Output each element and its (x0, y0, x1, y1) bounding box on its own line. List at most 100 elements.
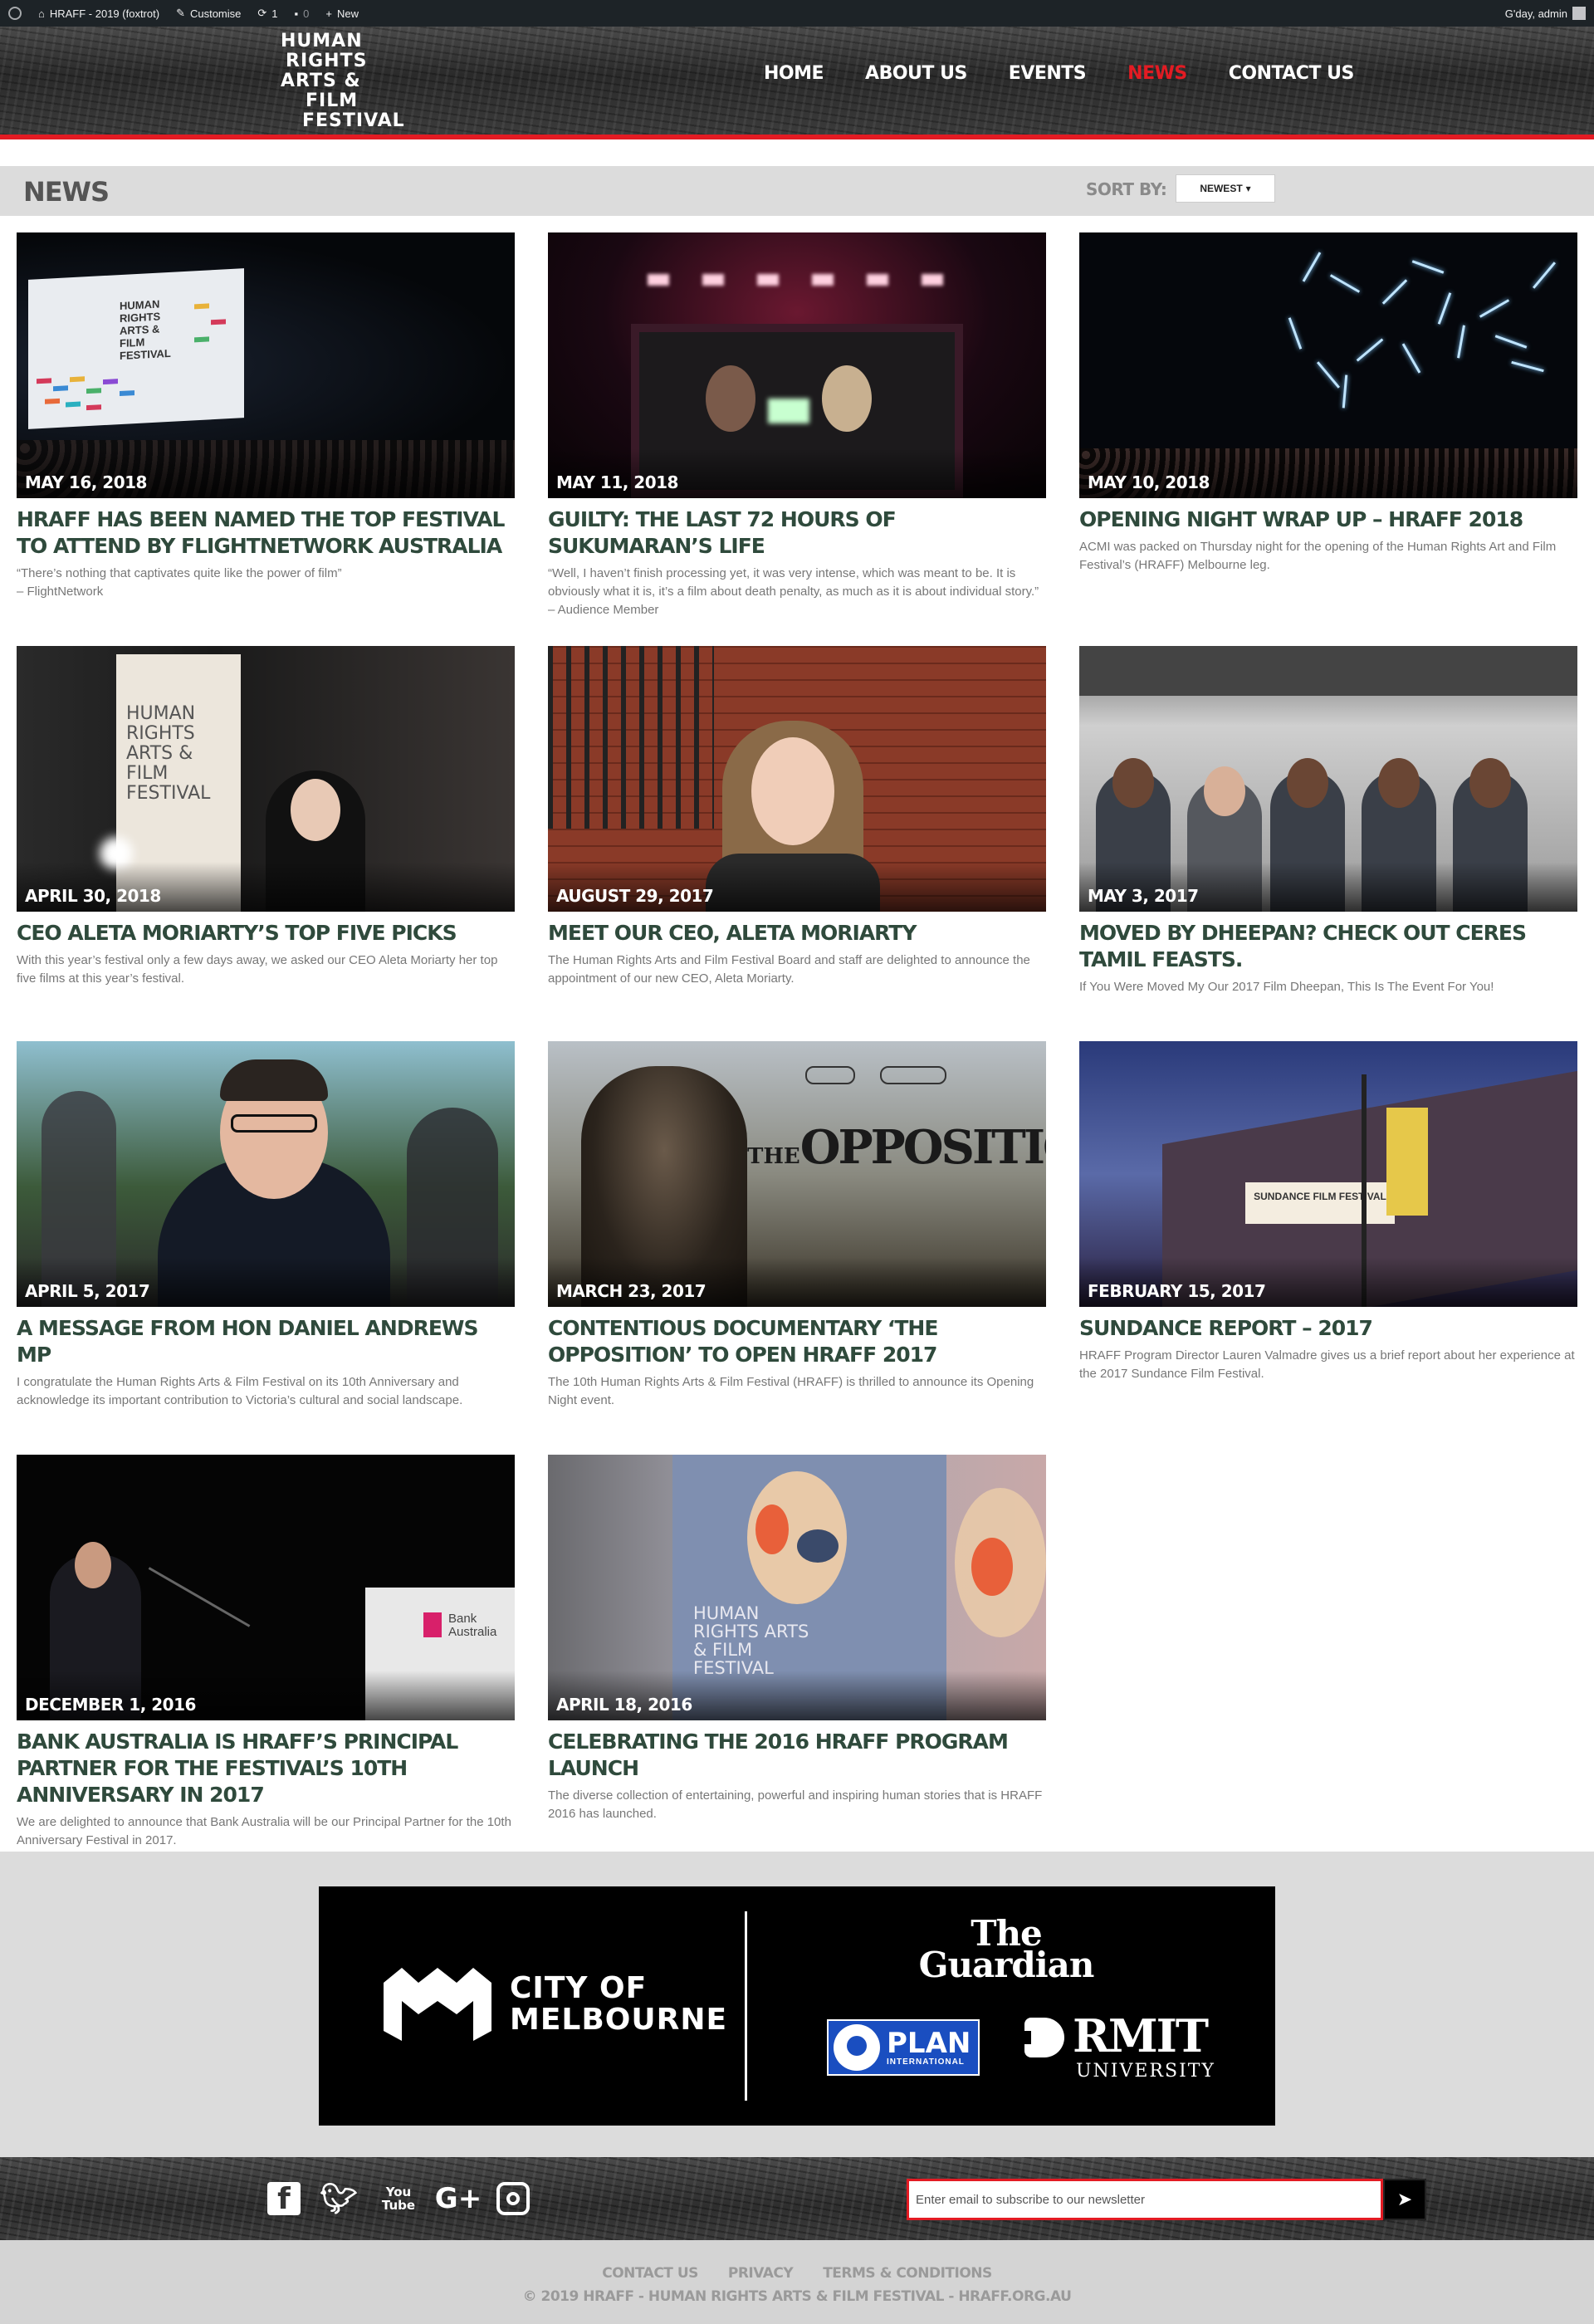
news-card[interactable]: MAY 11, 2018 GUILTY: THE LAST 72 HOURS O… (548, 232, 1046, 619)
logo-line: RIGHTS (286, 51, 368, 71)
copyright-text: © 2019 HRAFF - HUMAN RIGHTS ARTS & FILM … (522, 2288, 1072, 2305)
news-card[interactable]: APRIL 5, 2017 A MESSAGE FROM HON DANIEL … (17, 1041, 515, 1410)
post-title[interactable]: CELEBRATING THE 2016 HRAFF PROGRAM LAUNC… (548, 1729, 1046, 1782)
post-date: MAY 10, 2018 (1088, 472, 1210, 492)
twitter-icon[interactable]: 🐦︎ (317, 2177, 360, 2220)
sponsor-text-line: Guardian (918, 1945, 1095, 1985)
post-excerpt: The Human Rights Arts and Film Festival … (548, 953, 1030, 986)
news-thumbnail[interactable]: MAY 3, 2017 (1079, 646, 1577, 912)
the-guardian-logo[interactable]: The Guardian (915, 1916, 1098, 1985)
instagram-icon[interactable] (496, 2182, 530, 2215)
comments-link[interactable]: ▪ 0 (286, 0, 318, 27)
post-title[interactable]: BANK AUSTRALIA IS HRAFF’S PRINCIPAL PART… (17, 1729, 515, 1808)
newsletter-email-input[interactable] (907, 2179, 1383, 2220)
plan-icon (834, 2024, 880, 2071)
footer-link-contact-us[interactable]: CONTACT US (602, 2265, 698, 2282)
sponsor-text-line: MELBOURNE (510, 2003, 728, 2037)
news-card[interactable]: HUMAN RIGHTS ARTS & FILM FESTIVAL APRIL … (17, 646, 515, 988)
news-thumbnail[interactable]: Bank Australia DECEMBER 1, 2016 (17, 1455, 515, 1720)
banner-text: HUMAN RIGHTS ARTS & FILM FESTIVAL (126, 703, 211, 804)
site-logo[interactable]: HUMAN RIGHTS ARTS & FILM FESTIVAL (281, 32, 405, 131)
news-card[interactable]: MAY 10, 2018 OPENING NIGHT WRAP UP – HRA… (1079, 232, 1577, 575)
post-title[interactable]: CEO ALETA MORIARTY’S TOP FIVE PICKS (17, 920, 515, 947)
news-card[interactable]: MAY 3, 2017 MOVED BY DHEEPAN? CHECK OUT … (1079, 646, 1577, 996)
news-thumbnail[interactable]: HUMAN RIGHTS ARTS & FILM FESTIVAL APRIL … (17, 646, 515, 912)
avatar (1572, 7, 1586, 20)
post-excerpt: With this year’s festival only a few day… (17, 953, 498, 986)
news-card[interactable]: SUNDANCE FILM FESTIVAL FEBRUARY 15, 2017… (1079, 1041, 1577, 1383)
kitchen-hood-image (1079, 646, 1577, 696)
post-title[interactable]: A MESSAGE FROM HON DANIEL ANDREWS MP (17, 1315, 515, 1368)
sponsor-text-line: INTERNATIONAL (887, 2057, 965, 2067)
nav-home[interactable]: HOME (764, 63, 824, 84)
sort-label: SORT BY: (1086, 179, 1167, 199)
festival-screen-image: HUMAN RIGHTS ARTS & FILM FESTIVAL (28, 268, 244, 429)
post-excerpt: HRAFF Program Director Lauren Valmadre g… (1079, 1348, 1575, 1381)
news-thumbnail[interactable]: HUMAN RIGHTS ARTS & FILM FESTIVAL MAY 16… (17, 232, 515, 498)
footer-link-privacy[interactable]: PRIVACY (728, 2265, 794, 2282)
post-title[interactable]: MOVED BY DHEEPAN? CHECK OUT CERES TAMIL … (1079, 920, 1577, 973)
news-thumbnail[interactable]: MAY 10, 2018 (1079, 232, 1577, 498)
post-title[interactable]: MEET OUR CEO, ALETA MORIARTY (548, 920, 1046, 947)
glasses-image (231, 1114, 317, 1133)
site-name-menu[interactable]: ⌂ HRAFF - 2019 (foxtrot) (30, 0, 168, 27)
program-title: HUMAN RIGHTS ARTS & FILM FESTIVAL (693, 1603, 809, 1678)
youtube-text: Tube (381, 2198, 416, 2213)
news-thumbnail[interactable]: AUGUST 29, 2017 (548, 646, 1046, 912)
news-card[interactable]: Bank Australia DECEMBER 1, 2016 BANK AUS… (17, 1455, 515, 1850)
post-date: AUGUST 29, 2017 (556, 886, 714, 906)
post-title[interactable]: CONTENTIOUS DOCUMENTARY ‘THE OPPOSITION’… (548, 1315, 1046, 1368)
post-excerpt: The 10th Human Rights Arts & Film Festiv… (548, 1375, 1034, 1407)
post-title[interactable]: HRAFF HAS BEEN NAMED THE TOP FESTIVAL TO… (17, 506, 515, 560)
logo-line: FESTIVAL (302, 110, 405, 131)
tail-lights-image (648, 274, 946, 286)
post-excerpt: “There’s nothing that captivates quite l… (17, 565, 515, 601)
new-content-menu[interactable]: + New (317, 0, 367, 27)
post-date: MAY 3, 2017 (1088, 886, 1199, 906)
laurel-badge (880, 1066, 946, 1084)
newsletter-submit-button[interactable]: ➤ (1383, 2179, 1426, 2220)
news-thumbnail[interactable]: THEOPPOSITION MARCH 23, 2017 (548, 1041, 1046, 1307)
customise-link[interactable]: ✎ Customise (168, 0, 249, 27)
news-card[interactable]: THEOPPOSITION MARCH 23, 2017 CONTENTIOUS… (548, 1041, 1046, 1410)
google-plus-icon[interactable]: G+ (435, 2177, 482, 2220)
plan-international-logo[interactable]: PLAN INTERNATIONAL (827, 2019, 980, 2076)
news-thumbnail[interactable]: SUNDANCE FILM FESTIVAL FEBRUARY 15, 2017 (1079, 1041, 1577, 1307)
post-title[interactable]: GUILTY: THE LAST 72 HOURS OF SUKUMARAN’S… (548, 506, 1046, 560)
comment-icon: ▪ (294, 7, 299, 20)
post-title[interactable]: OPENING NIGHT WRAP UP – HRAFF 2018 (1079, 506, 1577, 533)
nav-about-us[interactable]: ABOUT US (865, 63, 967, 84)
updates-count: 1 (271, 7, 278, 20)
news-thumbnail[interactable]: MAY 11, 2018 (548, 232, 1046, 498)
nav-events[interactable]: EVENTS (1009, 63, 1087, 84)
rmit-icon (1019, 2018, 1064, 2057)
face-image (1112, 758, 1154, 808)
face-image (1204, 766, 1245, 816)
nav-contact-us[interactable]: CONTACT US (1229, 63, 1355, 84)
news-card[interactable]: HUMAN RIGHTS ARTS & FILM FESTIVAL APRIL … (548, 1455, 1046, 1823)
sponsors-box: CITY OF MELBOURNE The Guardian PLAN INTE… (319, 1886, 1275, 2126)
city-of-melbourne-logo[interactable] (384, 1968, 491, 2041)
post-date: FEBRUARY 15, 2017 (1088, 1281, 1266, 1301)
updates-link[interactable]: ⟳ 1 (249, 0, 286, 27)
face-image (1469, 758, 1511, 808)
post-excerpt: We are delighted to announce that Bank A… (17, 1815, 511, 1847)
news-card[interactable]: AUGUST 29, 2017 MEET OUR CEO, ALETA MORI… (548, 646, 1046, 988)
post-date: APRIL 18, 2016 (556, 1695, 692, 1715)
poster-title-small: THE (747, 1144, 800, 1169)
youtube-icon[interactable]: You Tube (377, 2177, 420, 2220)
face-image (1287, 758, 1328, 808)
sort-dropdown[interactable]: NEWEST ▾ (1176, 174, 1275, 203)
news-card[interactable]: HUMAN RIGHTS ARTS & FILM FESTIVAL MAY 16… (17, 232, 515, 601)
post-excerpt: If You Were Moved My Our 2017 Film Dheep… (1079, 980, 1494, 994)
news-thumbnail[interactable]: APRIL 5, 2017 (17, 1041, 515, 1307)
wp-logo-menu[interactable] (0, 0, 30, 27)
post-date: MARCH 23, 2017 (556, 1281, 707, 1301)
account-menu[interactable]: G'day, admin (1497, 0, 1594, 27)
footer-link-terms[interactable]: TERMS & CONDITIONS (823, 2265, 992, 2282)
post-title[interactable]: SUNDANCE REPORT – 2017 (1079, 1315, 1577, 1342)
facebook-icon[interactable]: f (267, 2182, 301, 2216)
main-nav: HOME ABOUT US EVENTS NEWS CONTACT US (764, 63, 1396, 84)
news-thumbnail[interactable]: HUMAN RIGHTS ARTS & FILM FESTIVAL APRIL … (548, 1455, 1046, 1720)
nav-news[interactable]: NEWS (1127, 63, 1187, 84)
